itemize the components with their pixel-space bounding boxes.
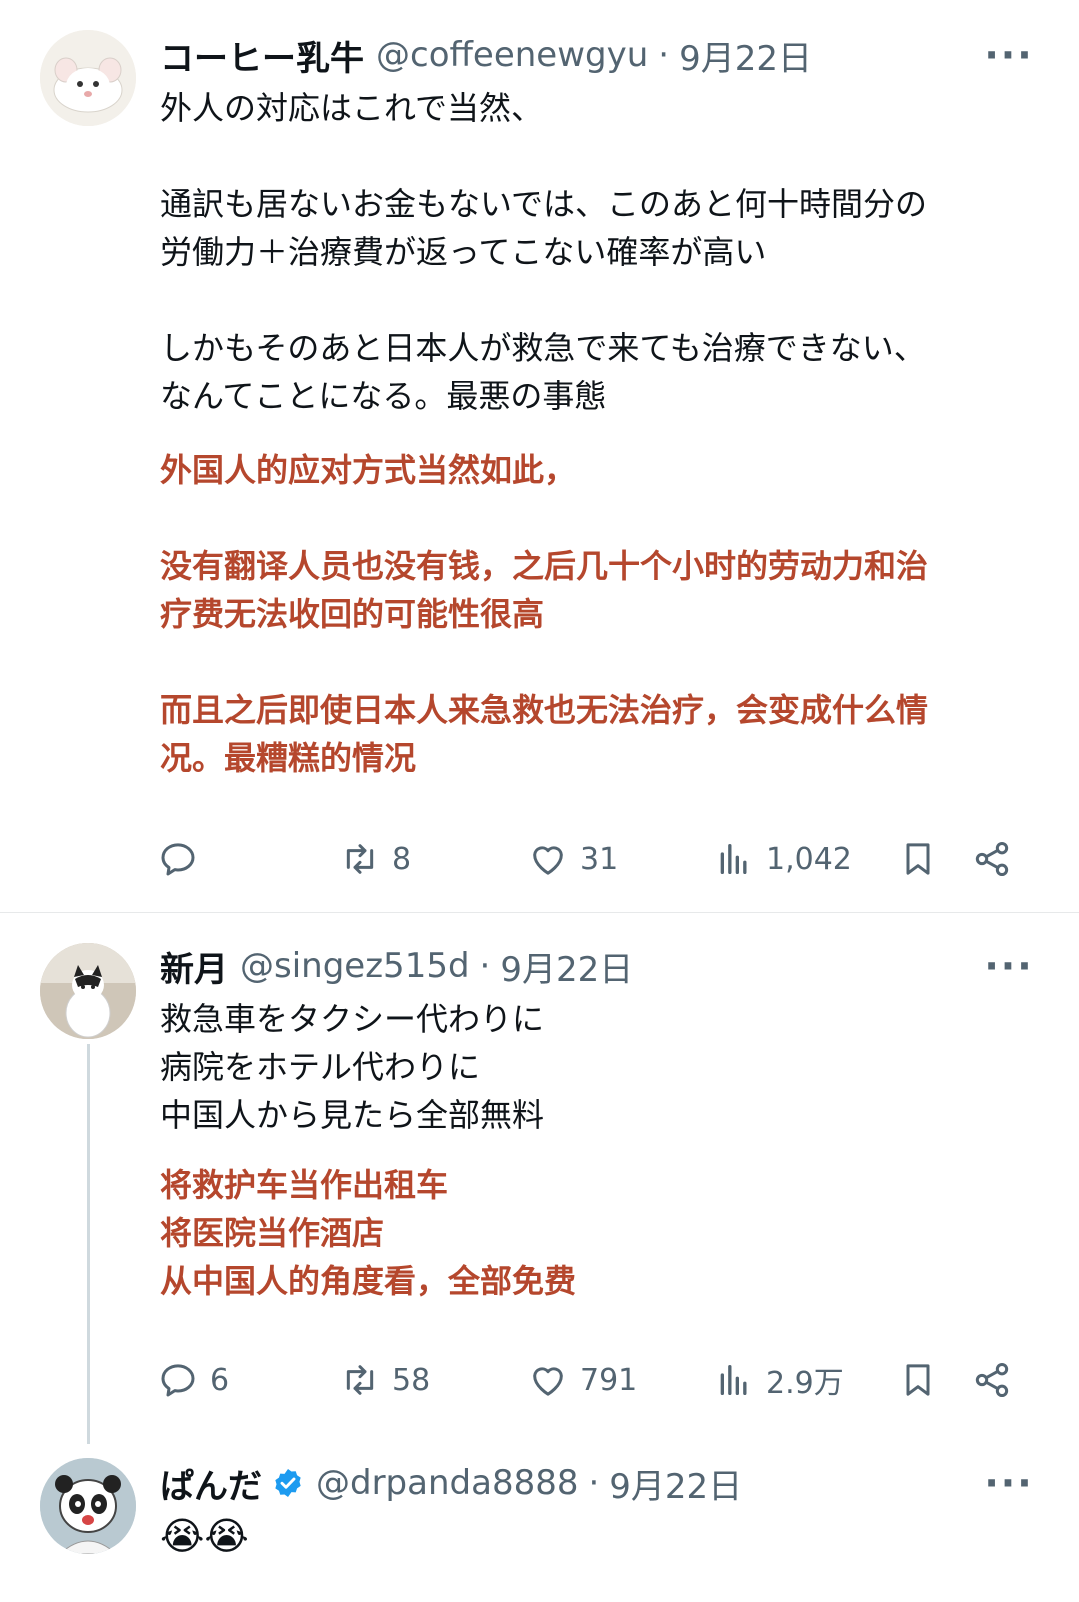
text-line: なんてことになる。最悪の事態 xyxy=(160,377,607,415)
heart-icon xyxy=(533,1367,563,1396)
tweet-3[interactable]: ぱんだ @drpanda8888 · 9月22日 ··· 😭😭 xyxy=(0,1450,1079,1602)
views-button[interactable]: 1,042 xyxy=(714,834,852,884)
translation-line: 将救护车当作出租车 xyxy=(160,1166,449,1204)
bookmark-button[interactable] xyxy=(898,1355,938,1405)
text-line xyxy=(160,132,1030,180)
text-line xyxy=(160,276,1030,324)
tweet-actions: 6 58 791 2.9万 xyxy=(158,1355,1018,1405)
tweet-actions: 8 31 1,042 xyxy=(158,834,1018,884)
bookmark-icon xyxy=(906,1364,930,1396)
retweet-icon xyxy=(346,1365,374,1395)
verified-badge-icon xyxy=(275,1469,301,1497)
author-name[interactable]: コーヒー乳牛 xyxy=(160,31,364,80)
translation-line xyxy=(160,638,1030,686)
reply-button[interactable]: 6 xyxy=(158,1355,229,1405)
tweet-date[interactable]: 9月22日 xyxy=(609,1459,742,1508)
tweet-date[interactable]: 9月22日 xyxy=(679,31,812,80)
more-options-icon[interactable]: ··· xyxy=(979,30,1039,80)
tweet-header: 新月 @singez515d · 9月22日 xyxy=(160,941,633,991)
tweet-translation-chinese: 将救护车当作出租车 将医院当作酒店 从中国人的角度看，全部免费 xyxy=(160,1161,1030,1305)
author-name[interactable]: ぱんだ xyxy=(160,1459,262,1508)
avatar[interactable] xyxy=(40,943,136,1039)
text-line: 外人の対応はこれで当然、 xyxy=(160,89,544,127)
share-button[interactable] xyxy=(972,1355,1012,1405)
bookmark-button[interactable] xyxy=(898,834,938,884)
retweet-count: 58 xyxy=(392,1362,431,1398)
tweet-emoji-text: 😭😭 xyxy=(160,1514,249,1558)
reply-icon xyxy=(161,1364,195,1397)
reply-count: 6 xyxy=(210,1362,230,1398)
translation-line: 况。最糟糕的情况 xyxy=(160,739,417,777)
like-button[interactable]: 791 xyxy=(528,1355,637,1405)
more-options-icon[interactable]: ··· xyxy=(979,941,1039,991)
author-handle[interactable]: @drpanda8888 xyxy=(316,1463,578,1503)
views-chart-icon xyxy=(720,1365,747,1395)
tweet-header: ぱんだ @drpanda8888 · 9月22日 xyxy=(160,1458,742,1508)
author-name[interactable]: 新月 xyxy=(160,942,228,991)
text-line: 救急車をタクシー代わりに xyxy=(160,1000,545,1038)
translation-line xyxy=(160,494,1030,542)
tweet-text-japanese: 外人の対応はこれで当然、 通訳も居ないお金もないでは、このあと何十時間分の 労働… xyxy=(160,84,1030,420)
text-line: 通訳も居ないお金もないでは、このあと何十時間分の xyxy=(160,185,928,223)
separator-dot: · xyxy=(588,1463,600,1503)
tweet-text-japanese: 救急車をタクシー代わりに 病院をホテル代わりに 中国人から見たら全部無料 xyxy=(160,995,1030,1139)
share-icon xyxy=(975,842,1009,876)
tweet-1[interactable]: コーヒー乳牛 @coffeenewgyu · 9月22日 ··· 外人の対応はこ… xyxy=(0,0,1079,912)
translation-line: 外国人的应对方式当然如此， xyxy=(160,451,577,489)
views-chart-icon xyxy=(720,844,747,874)
retweet-count: 8 xyxy=(392,841,412,877)
tweet-2[interactable]: 新月 @singez515d · 9月22日 ··· 救急車をタクシー代わりに … xyxy=(0,913,1079,1433)
avatar[interactable] xyxy=(40,30,136,126)
reply-icon xyxy=(161,843,195,876)
views-button[interactable]: 2.9万 xyxy=(714,1355,844,1405)
tweet-header: コーヒー乳牛 @coffeenewgyu · 9月22日 xyxy=(160,30,812,80)
translation-line: 将医院当作酒店 xyxy=(160,1214,385,1252)
tweet-translation-chinese: 外国人的应对方式当然如此， 没有翻译人员也没有钱，之后几十个小时的劳动力和治 疗… xyxy=(160,446,1030,782)
text-line: 中国人から見たら全部無料 xyxy=(160,1096,545,1134)
text-line: 病院をホテル代わりに xyxy=(160,1048,481,1086)
avatar[interactable] xyxy=(40,1458,136,1554)
author-handle[interactable]: @coffeenewgyu xyxy=(376,35,648,75)
text-line: しかもそのあと日本人が救急で来ても治療できない、 xyxy=(160,329,926,367)
share-icon xyxy=(975,1363,1009,1397)
separator-dot: · xyxy=(658,35,670,75)
retweet-icon xyxy=(346,844,374,874)
reply-button[interactable] xyxy=(158,834,210,884)
like-count: 31 xyxy=(580,841,619,877)
translation-line: 从中国人的角度看，全部免费 xyxy=(160,1262,577,1300)
separator-dot: · xyxy=(479,946,491,986)
bookmark-icon xyxy=(906,843,930,875)
more-options-icon[interactable]: ··· xyxy=(979,1458,1039,1508)
retweet-button[interactable]: 8 xyxy=(340,834,411,884)
author-handle[interactable]: @singez515d xyxy=(240,946,470,986)
tweet-date[interactable]: 9月22日 xyxy=(500,942,633,991)
translation-line: 而且之后即使日本人来急救也无法治疗，会变成什么情 xyxy=(160,691,929,729)
heart-icon xyxy=(533,846,563,875)
retweet-button[interactable]: 58 xyxy=(340,1355,430,1405)
translation-line: 没有翻译人员也没有钱，之后几十个小时的劳动力和治 xyxy=(160,547,929,585)
views-count: 2.9万 xyxy=(766,1366,844,1401)
like-button[interactable]: 31 xyxy=(528,834,618,884)
text-line: 労働力＋治療費が返ってこない確率が高い xyxy=(160,233,767,271)
like-count: 791 xyxy=(580,1362,638,1398)
views-count: 1,042 xyxy=(766,841,852,877)
share-button[interactable] xyxy=(972,834,1012,884)
translation-line: 疗费无法收回的可能性很高 xyxy=(160,595,545,633)
